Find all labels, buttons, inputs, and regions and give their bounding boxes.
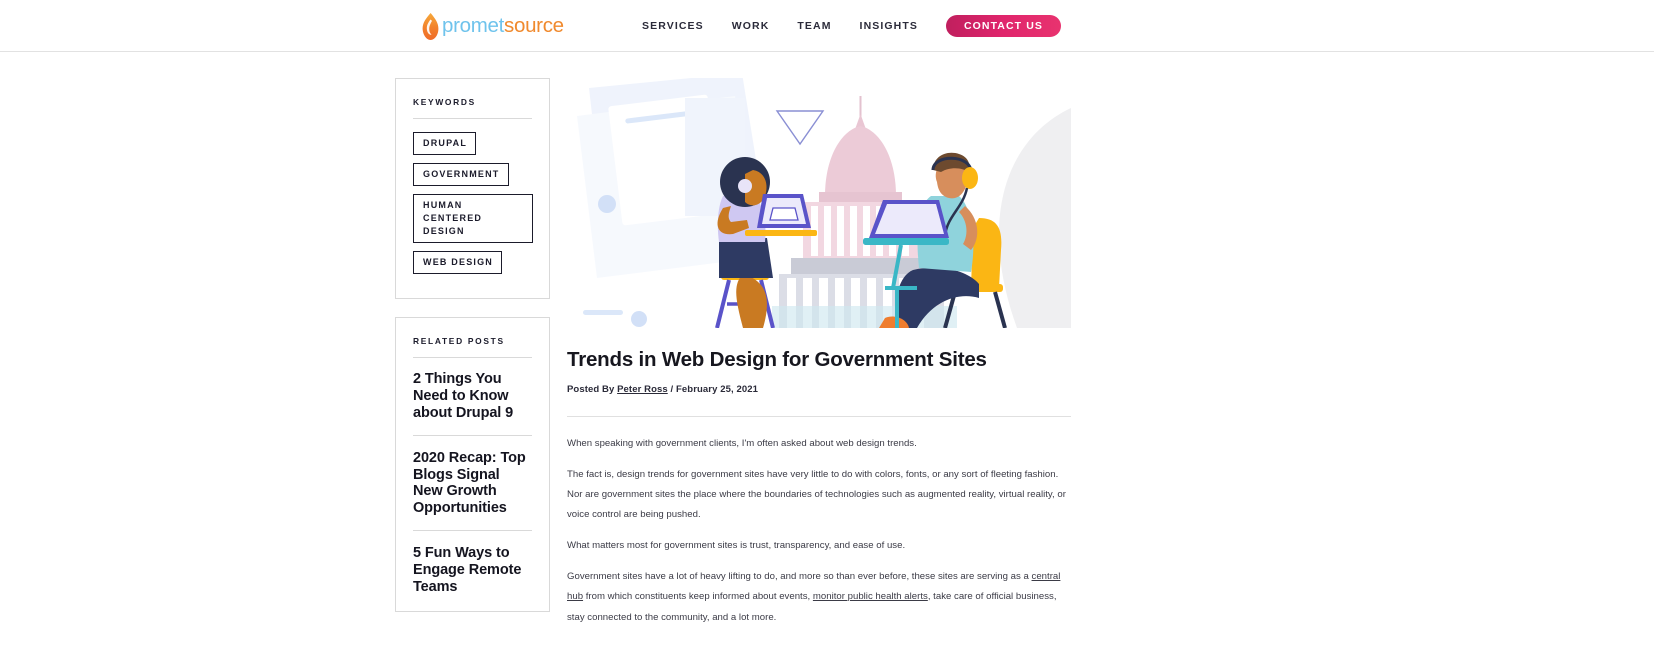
keyword-tag-human-centered-design[interactable]: HUMAN CENTERED DESIGN [413, 194, 533, 244]
site-header: prometsource SERVICES WORK TEAM INSIGHTS… [0, 0, 1654, 52]
public-health-alerts-link[interactable]: monitor public health alerts [813, 591, 928, 602]
main-navigation: SERVICES WORK TEAM INSIGHTS CONTACT US [628, 0, 1061, 52]
related-post-item[interactable]: 5 Fun Ways to Engage Remote Teams [413, 529, 532, 595]
article-paragraph: What matters most for government sites i… [567, 540, 906, 552]
article-divider [567, 415, 1071, 417]
keywords-panel-title: KEYWORDS [413, 97, 476, 107]
paragraph-text-part: from which constituents keep informed ab… [583, 591, 813, 603]
keyword-tag-government[interactable]: GOVERNMENT [413, 163, 509, 187]
keyword-tag-drupal[interactable]: DRUPAL [413, 132, 477, 156]
nav-item-services[interactable]: SERVICES [628, 20, 718, 32]
sidebar: KEYWORDS DRUPAL GOVERNMENT HUMAN CENTERE… [395, 78, 550, 630]
article-paragraph: When speaking with government clients, I… [567, 437, 917, 449]
related-post-title: 2020 Recap: Top Blogs Signal New Growth … [413, 449, 526, 517]
contact-us-button[interactable]: CONTACT US [945, 15, 1061, 37]
keyword-tag-web-design[interactable]: WEB DESIGN [413, 251, 503, 275]
keywords-panel: KEYWORDS DRUPAL GOVERNMENT HUMAN CENTERE… [395, 78, 550, 300]
page-body: KEYWORDS DRUPAL GOVERNMENT HUMAN CENTERE… [0, 52, 1654, 663]
logo-text-promet: promet [442, 13, 505, 37]
related-post-item[interactable]: 2020 Recap: Top Blogs Signal New Growth … [413, 434, 532, 517]
paragraph-text-part: Government sites have a lot of heavy lif… [567, 571, 1032, 583]
byline-separator: / [670, 383, 674, 395]
article-body: When speaking with government clients, I… [567, 434, 1071, 628]
header-inner: prometsource SERVICES WORK TEAM INSIGHTS… [0, 0, 1654, 51]
article-paragraph: The fact is, design trends for governmen… [567, 468, 1066, 521]
flame-icon [422, 12, 439, 40]
article: Trends in Web Design for Government Site… [567, 78, 1071, 639]
article-hero-image [567, 78, 1071, 328]
related-post-item[interactable]: 2 Things You Need to Know about Drupal 9 [413, 371, 532, 421]
related-posts-panel-title: RELATED POSTS [413, 336, 505, 347]
related-post-title: 2 Things You Need to Know about Drupal 9 [413, 371, 514, 421]
nav-item-insights[interactable]: INSIGHTS [846, 20, 932, 32]
logo-wordmark: prometsource [442, 13, 564, 37]
keywords-panel-divider [413, 118, 532, 119]
article-title: Trends in Web Design for Government Site… [567, 348, 987, 371]
byline-author-link[interactable]: Peter Ross [617, 384, 668, 395]
byline-date: February 25, 2021 [676, 383, 758, 395]
article-byline: Posted By Peter Ross / February 25, 2021 [567, 384, 1071, 395]
nav-item-team[interactable]: TEAM [783, 20, 845, 32]
related-posts-panel: RELATED POSTS 2 Things You Need to Know … [395, 317, 550, 613]
byline-prefix: Posted By [567, 383, 615, 395]
site-logo[interactable]: prometsource [422, 11, 564, 41]
logo-text-source: source [504, 13, 564, 37]
article-paragraph-with-links: Government sites have a lot of heavy lif… [567, 567, 1071, 627]
nav-item-work[interactable]: WORK [718, 20, 784, 32]
related-posts-panel-divider [413, 357, 532, 359]
hero-illustration [567, 78, 1071, 328]
related-post-title: 5 Fun Ways to Engage Remote Teams [413, 544, 522, 595]
